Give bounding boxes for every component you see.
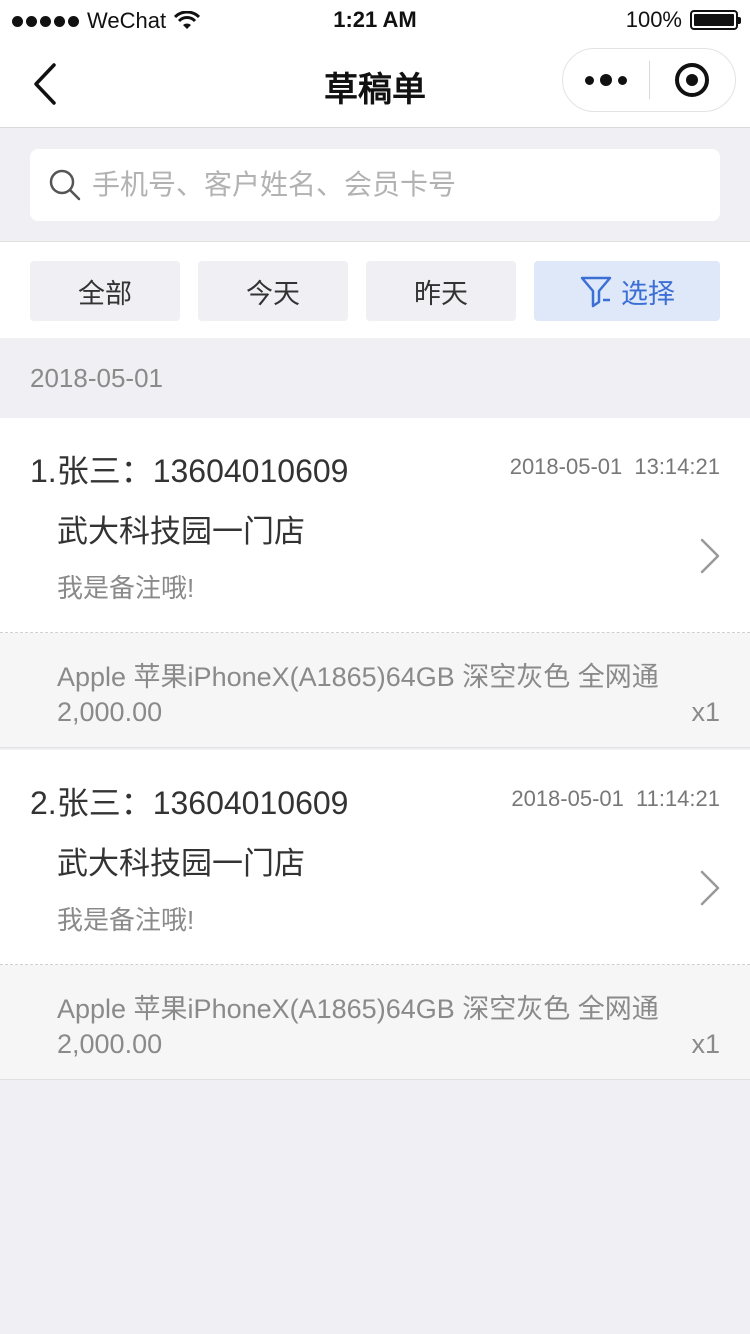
- product-name: Apple 苹果iPhoneX(A1865)64GB 深空灰色 全网通: [57, 994, 659, 1024]
- draft-order-card[interactable]: 1.张三：13604010609 2018-05-01 13:14:21 武大科…: [0, 418, 750, 748]
- order-note: 我是备注哦!: [57, 573, 195, 603]
- product-name: Apple 苹果iPhoneX(A1865)64GB 深空灰色 全网通: [57, 662, 659, 692]
- filter-all-label: 全部: [78, 278, 132, 309]
- order-store: 武大科技园一门店: [57, 846, 305, 881]
- order-datetime: 2018-05-01 11:14:21: [511, 786, 720, 811]
- draft-order-card[interactable]: 2.张三：13604010609 2018-05-01 11:14:21 武大科…: [0, 750, 750, 1080]
- product-quantity: x1: [691, 1029, 720, 1059]
- target-circle-icon: [675, 63, 710, 97]
- date-group-header: 2018-05-01: [0, 338, 750, 418]
- order-product: Apple 苹果iPhoneX(A1865)64GB 深空灰色 全网通 2,00…: [0, 633, 750, 748]
- search-area: [0, 129, 750, 241]
- funnel-icon: [580, 276, 612, 308]
- order-store: 武大科技园一门店: [57, 514, 305, 549]
- status-bar: WeChat 1:21 AM 100%: [0, 0, 750, 40]
- filter-select-button[interactable]: 选择: [534, 261, 720, 321]
- filter-all-button[interactable]: 全部: [30, 261, 180, 321]
- filter-today-button[interactable]: 今天: [198, 261, 348, 321]
- order-summary[interactable]: 2.张三：13604010609 2018-05-01 11:14:21 武大科…: [0, 750, 750, 965]
- mini-program-capsule: [562, 48, 736, 112]
- order-note: 我是备注哦!: [57, 905, 195, 935]
- chevron-right-icon: [700, 538, 720, 574]
- filter-yesterday-button[interactable]: 昨天: [366, 261, 516, 321]
- more-button[interactable]: [563, 48, 649, 112]
- close-mini-program-button[interactable]: [650, 48, 736, 112]
- order-product: Apple 苹果iPhoneX(A1865)64GB 深空灰色 全网通 2,00…: [0, 965, 750, 1080]
- filter-select-label: 选择: [621, 278, 675, 309]
- battery-icon: [690, 10, 741, 30]
- order-datetime: 2018-05-01 13:14:21: [509, 454, 720, 479]
- filter-bar: 全部 今天 昨天 选择: [0, 241, 750, 338]
- order-customer: 1.张三：13604010609: [30, 453, 349, 489]
- filter-today-label: 今天: [246, 278, 300, 309]
- filter-yesterday-label: 昨天: [414, 278, 468, 309]
- order-customer: 2.张三：13604010609: [30, 785, 349, 821]
- order-summary[interactable]: 1.张三：13604010609 2018-05-01 13:14:21 武大科…: [0, 418, 750, 633]
- product-price: 2,000.00: [57, 697, 163, 727]
- search-input[interactable]: [92, 169, 692, 201]
- search-box[interactable]: [30, 149, 720, 221]
- nav-bar: 草稿单: [0, 40, 750, 128]
- search-icon: [49, 169, 81, 201]
- battery-percent: 100%: [625, 7, 682, 32]
- product-quantity: x1: [691, 697, 720, 727]
- status-right: 100%: [625, 7, 741, 33]
- chevron-right-icon: [700, 870, 720, 906]
- product-price: 2,000.00: [57, 1029, 163, 1059]
